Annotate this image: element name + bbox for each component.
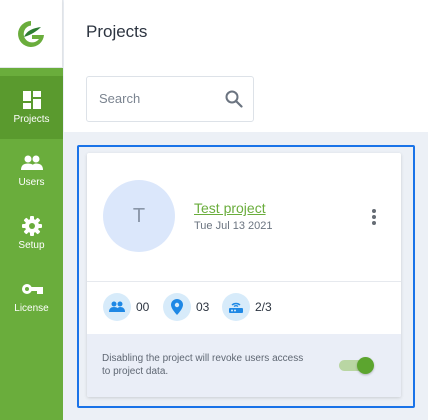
stat-users: 00 xyxy=(103,292,149,322)
location-pin-icon xyxy=(163,293,191,321)
stat-devices-value: 2/3 xyxy=(255,300,272,314)
logo[interactable] xyxy=(0,0,63,68)
toggle-knob xyxy=(357,357,374,374)
more-vertical-icon[interactable] xyxy=(365,207,383,227)
router-icon xyxy=(222,293,250,321)
stat-devices: 2/3 xyxy=(222,292,272,322)
gear-icon xyxy=(21,215,43,237)
sidebar-item-users[interactable]: Users xyxy=(0,139,63,202)
project-date: Tue Jul 13 2021 xyxy=(194,220,273,232)
search-icon[interactable] xyxy=(225,90,243,113)
search-input[interactable] xyxy=(99,91,209,106)
card-footer: Disabling the project will revoke users … xyxy=(87,334,401,397)
users-icon xyxy=(103,293,131,321)
dashboard-grid-icon xyxy=(21,89,43,111)
group-icon xyxy=(20,152,43,174)
divider xyxy=(87,281,401,282)
search-box[interactable] xyxy=(86,76,254,122)
stat-locations-value: 03 xyxy=(196,300,210,314)
avatar: T xyxy=(103,180,175,252)
sidebar-item-label: Projects xyxy=(13,114,50,125)
sidebar-item-projects[interactable]: Projects xyxy=(0,76,63,139)
page-title: Projects xyxy=(86,22,148,41)
project-card[interactable]: T Test project Tue Jul 13 2021 00 03 2/3… xyxy=(87,153,401,397)
stat-locations: 03 xyxy=(163,292,209,322)
header: Projects xyxy=(64,0,428,66)
sidebar-item-setup[interactable]: Setup xyxy=(0,202,63,265)
stat-users-value: 00 xyxy=(136,300,150,314)
sidebar-item-license[interactable]: License xyxy=(0,265,63,328)
sidebar-item-label: License xyxy=(14,303,49,314)
disable-warning-text: Disabling the project will revoke users … xyxy=(102,353,304,377)
toolbar xyxy=(64,66,428,132)
g-leaf-logo-icon xyxy=(18,20,44,47)
project-enabled-toggle[interactable] xyxy=(339,357,374,374)
sidebar: Projects Users Setup License xyxy=(0,0,63,420)
project-name-link[interactable]: Test project xyxy=(194,200,266,216)
sidebar-item-label: Setup xyxy=(18,240,45,251)
key-icon xyxy=(21,278,43,300)
sidebar-item-label: Users xyxy=(18,177,45,188)
